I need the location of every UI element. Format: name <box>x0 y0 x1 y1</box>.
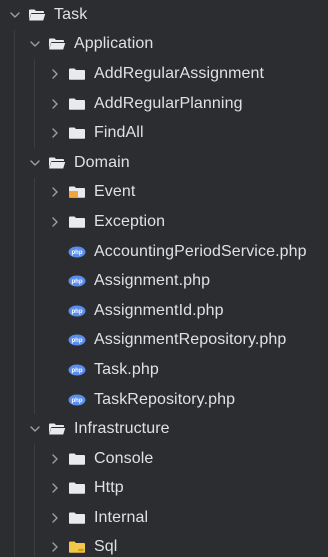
php-file-icon: php <box>68 393 86 407</box>
tree-folder-row[interactable]: Exception <box>0 207 328 237</box>
tree-item-label: Event <box>94 183 136 201</box>
tree-folder-row[interactable]: Http <box>0 474 328 504</box>
tree-item-label: AddRegularPlanning <box>94 94 243 112</box>
tree-item-label: AccountingPeriodService.php <box>94 242 307 260</box>
svg-text:php: php <box>72 398 83 404</box>
tree-item-label: Internal <box>94 508 149 526</box>
folder-icon <box>68 67 86 81</box>
php-file-icon: php <box>68 363 86 377</box>
folder-icon <box>68 97 86 111</box>
php-file-icon: php <box>68 274 86 288</box>
tree-folder-row[interactable]: AddRegularAssignment <box>0 59 328 89</box>
chevron-right-icon[interactable] <box>48 481 62 495</box>
folder-open-icon <box>48 156 66 170</box>
tree-folder-row[interactable]: Event <box>0 178 328 208</box>
tree-folder-row[interactable]: FindAll <box>0 118 328 148</box>
tree-item-label: Application <box>74 35 154 53</box>
tree-file-row[interactable]: php AssignmentId.php <box>0 296 328 326</box>
tree-file-row[interactable]: php Task.php <box>0 355 328 385</box>
tree-item-label: AddRegularAssignment <box>94 64 265 82</box>
tree-item-label: Console <box>94 449 154 467</box>
folder-open-icon <box>28 8 46 22</box>
svg-text:php: php <box>72 368 83 374</box>
chevron-down-icon[interactable] <box>28 37 42 51</box>
chevron-right-icon[interactable] <box>48 97 62 111</box>
chevron-right-icon[interactable] <box>48 540 62 554</box>
chevron-down-icon[interactable] <box>8 8 22 22</box>
tree-item-label: FindAll <box>94 124 144 142</box>
tree-folder-row[interactable]: Task <box>0 0 328 30</box>
tree-item-label: Infrastructure <box>74 420 170 438</box>
event-folder-icon <box>68 185 86 199</box>
tree-file-row[interactable]: php Assignment.php <box>0 266 328 296</box>
tree-folder-row[interactable]: Console <box>0 444 328 474</box>
folder-icon <box>68 215 86 229</box>
chevron-down-icon[interactable] <box>28 156 42 170</box>
chevron-right-icon[interactable] <box>48 452 62 466</box>
tree-folder-row[interactable]: Domain <box>0 148 328 178</box>
tree-folder-row[interactable]: Infrastructure <box>0 414 328 444</box>
chevron-right-icon[interactable] <box>48 511 62 525</box>
tree-item-label: Domain <box>74 153 130 171</box>
folder-icon <box>68 452 86 466</box>
svg-text:php: php <box>72 250 83 256</box>
tree-folder-row[interactable]: Sql <box>0 533 328 557</box>
svg-text:php: php <box>72 309 83 315</box>
chevron-down-icon[interactable] <box>28 422 42 436</box>
chevron-right-icon[interactable] <box>48 185 62 199</box>
folder-open-icon <box>48 37 66 51</box>
tree-folder-row[interactable]: AddRegularPlanning <box>0 89 328 119</box>
tree-item-label: AssignmentId.php <box>94 301 224 319</box>
svg-text:php: php <box>72 279 83 285</box>
tree-folder-row[interactable]: Application <box>0 30 328 60</box>
tree-item-label: Exception <box>94 212 166 230</box>
tree-item-label: TaskRepository.php <box>94 390 236 408</box>
svg-text:php: php <box>72 338 83 344</box>
chevron-right-icon[interactable] <box>48 126 62 140</box>
tree-item-label: Task <box>54 5 88 23</box>
tree-item-label: Assignment.php <box>94 272 211 290</box>
tree-file-row[interactable]: php TaskRepository.php <box>0 385 328 415</box>
tree-file-row[interactable]: php AccountingPeriodService.php <box>0 237 328 267</box>
folder-icon <box>68 511 86 525</box>
php-file-icon: php <box>68 333 86 347</box>
tree-item-label: Http <box>94 479 124 497</box>
project-tree: Task Application AddRegularAssignment AddRe… <box>0 0 328 557</box>
chevron-right-icon[interactable] <box>48 67 62 81</box>
tree-item-label: Task.php <box>94 360 159 378</box>
tree-item-label: AssignmentRepository.php <box>94 331 287 349</box>
chevron-right-icon[interactable] <box>48 215 62 229</box>
folder-icon <box>68 481 86 495</box>
tree-folder-row[interactable]: Internal <box>0 503 328 533</box>
folder-open-icon <box>48 422 66 436</box>
php-file-icon: php <box>68 245 86 259</box>
tree-item-label: Sql <box>94 538 118 556</box>
folder-icon <box>68 126 86 140</box>
tree-file-row[interactable]: php AssignmentRepository.php <box>0 326 328 356</box>
sql-folder-icon <box>68 540 86 554</box>
php-file-icon: php <box>68 304 86 318</box>
